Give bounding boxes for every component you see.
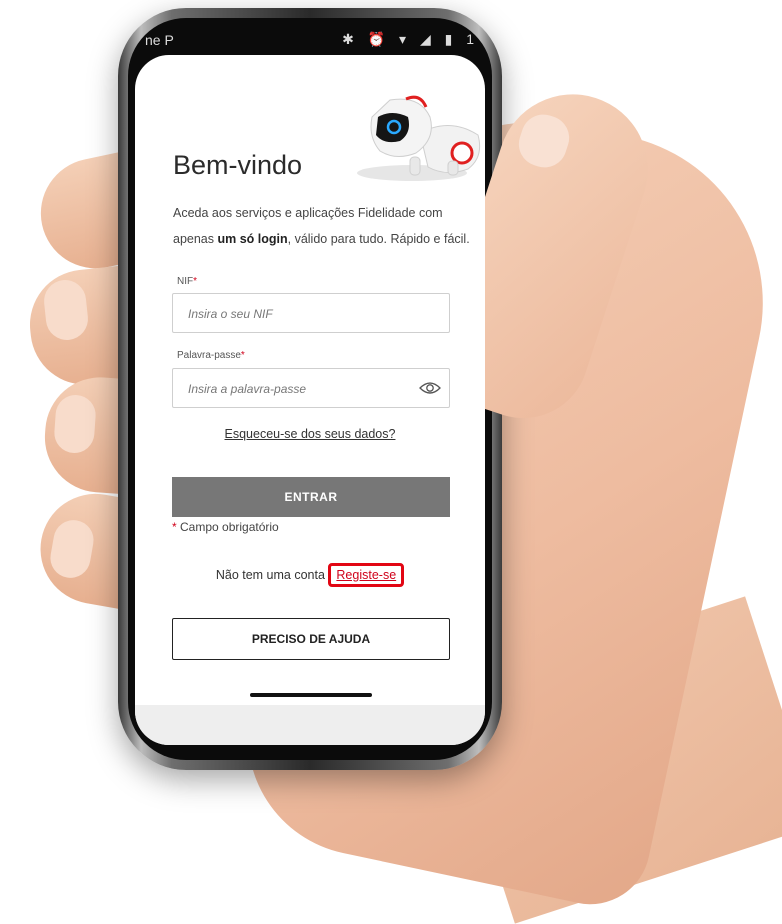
register-prompt: Não tem uma conta — [215, 568, 329, 582]
status-icons: ✱ ⏰ ▾ ◢ ▮ 1 — [342, 31, 479, 47]
home-indicator[interactable] — [250, 693, 372, 697]
intro-text: Aceda aos serviços e aplicações Fidelida… — [173, 206, 470, 246]
help-button[interactable]: PRECISO DE AJUDA — [172, 618, 450, 660]
status-bar: ne P ✱ ⏰ ▾ ◢ ▮ 1 — [137, 28, 485, 54]
required-mark: * — [193, 276, 198, 287]
eye-icon[interactable] — [419, 380, 441, 396]
mandatory-field-note: * Campo obrigatório — [172, 520, 279, 534]
intro-bold: um só login — [217, 232, 288, 246]
register-row: Não tem uma conta Registe-se — [135, 563, 485, 587]
required-mark: * — [240, 350, 245, 361]
bottom-area — [135, 705, 485, 745]
carrier-name: ne P — [145, 32, 174, 48]
nif-label: NIF* — [177, 276, 198, 287]
nif-field-wrapper — [172, 293, 450, 334]
forgot-credentials-link[interactable]: Esqueceu-se dos seus dados? — [135, 427, 485, 441]
login-button[interactable]: ENTRAR — [172, 477, 450, 517]
password-field-wrapper — [172, 368, 450, 409]
page-title: Bem-vindo — [173, 150, 303, 180]
login-screen: Bem-vindo Aceda aos serviços e aplicaçõe… — [135, 55, 485, 745]
register-link[interactable]: Registe-se — [328, 563, 405, 587]
password-input[interactable] — [186, 369, 420, 409]
robot-dog-illustration — [357, 95, 481, 181]
password-label: Palavra-passe* — [177, 350, 245, 361]
nif-input[interactable] — [186, 294, 420, 334]
